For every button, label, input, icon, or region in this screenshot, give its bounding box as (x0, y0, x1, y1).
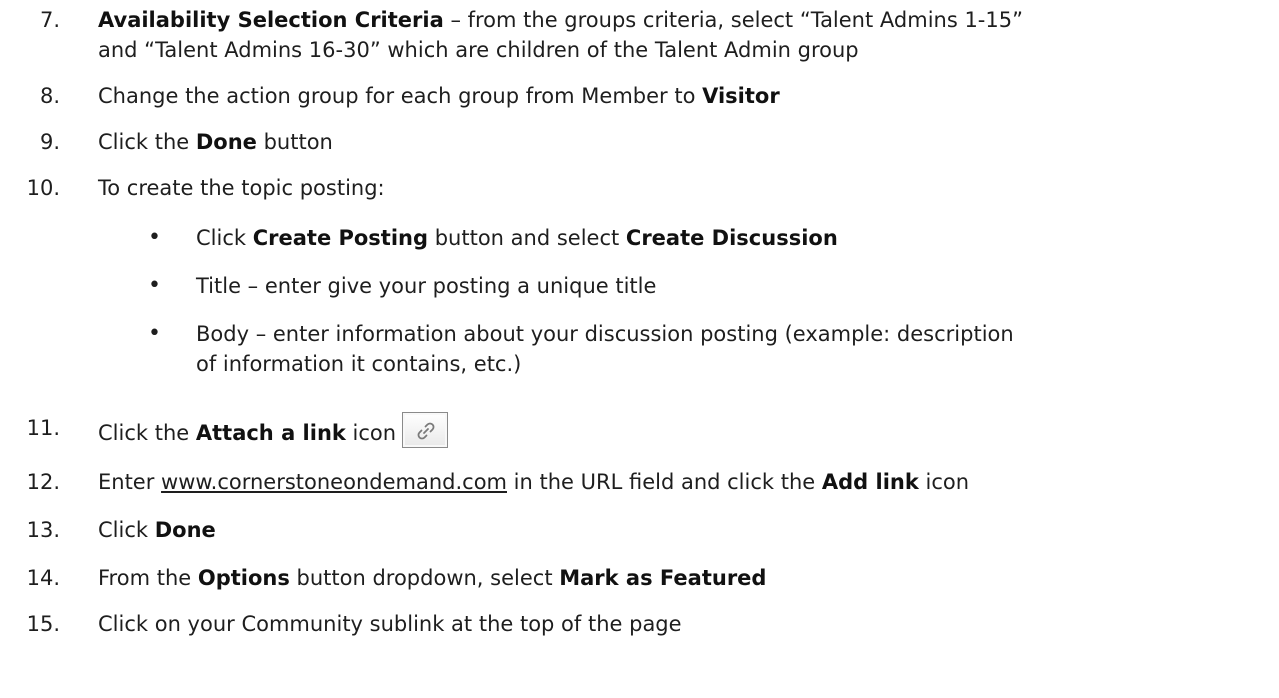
step-text: in the URL field and click the (507, 470, 822, 494)
step-number: 14. (26, 566, 60, 590)
bullet-bold-text: Create Discussion (625, 226, 838, 250)
url-link[interactable]: www.cornerstoneondemand.com (161, 470, 507, 494)
bullet-text: of information it contains, etc.) (196, 352, 522, 376)
step-bold-text: Done (195, 130, 257, 154)
bullet-text: Title – enter give your posting a unique… (196, 274, 657, 298)
step-number: 13. (26, 518, 60, 542)
step-text: icon (918, 470, 970, 494)
bullet-text: Click (196, 226, 253, 250)
bullet-symbol: • (148, 273, 161, 298)
step-bold-text: Add link (821, 470, 919, 494)
step-text: Click on your Community sublink at the t… (98, 612, 682, 636)
step-text: icon (345, 421, 397, 445)
instruction-document: 7. Availability Selection Criteria – fro… (0, 0, 1279, 698)
step-text: button dropdown, select (289, 566, 560, 590)
step-number: 10. (26, 176, 60, 200)
chain-link-icon (417, 422, 435, 440)
bullet-symbol: • (148, 225, 161, 250)
step-text: button (256, 130, 333, 154)
step-bold-text: Done (154, 518, 216, 542)
step-number: 11. (26, 416, 60, 440)
step-number: 15. (26, 612, 60, 636)
step-text: To create the topic posting: (98, 176, 385, 200)
link-icon (402, 412, 449, 448)
step-text: – from the groups criteria, select “Tale… (443, 8, 1023, 32)
step-text: and “Talent Admins 16-30” which are chil… (98, 38, 859, 62)
step-text: From the (98, 566, 198, 590)
step-bold-text: Availability Selection Criteria (98, 8, 444, 32)
step-number: 9. (39, 130, 60, 154)
step-number: 12. (26, 470, 60, 494)
step-text: Change the action group for each group f… (98, 84, 703, 108)
step-number: 8. (39, 84, 60, 108)
step-number: 7. (39, 8, 60, 32)
step-text: Click the (98, 421, 196, 445)
step-bold-text: Visitor (702, 84, 780, 108)
step-text: Click the (98, 130, 196, 154)
step-text: Enter (98, 470, 162, 494)
step-bold-text: Attach a link (195, 421, 346, 445)
bullet-symbol: • (148, 321, 161, 346)
bullet-bold-text: Create Posting (252, 226, 429, 250)
step-bold-text: Mark as Featured (559, 566, 767, 590)
bullet-text: button and select (428, 226, 626, 250)
bullet-text: Body – enter information about your disc… (196, 322, 1014, 346)
step-text: Click (98, 518, 155, 542)
step-bold-text: Options (197, 566, 290, 590)
